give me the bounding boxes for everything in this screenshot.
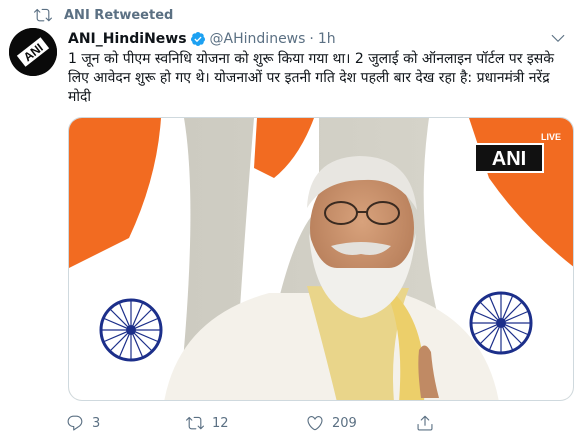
reply-icon bbox=[58, 406, 92, 437]
ani-watermark: ANI bbox=[492, 148, 526, 170]
tweet-text: 1 जून को पीएम स्वनिधि योजना को शुरू किया… bbox=[68, 51, 554, 105]
separator-dot: · bbox=[309, 31, 314, 47]
retweet-icon bbox=[34, 6, 52, 24]
retweeted-by-label: ANI Retweeted bbox=[64, 7, 174, 23]
ani-logo: ANI bbox=[9, 28, 57, 76]
tweet-media[interactable]: LIVE ANI bbox=[68, 117, 574, 401]
retweeted-by[interactable]: ANI Retweeted bbox=[34, 6, 173, 24]
live-badge: LIVE bbox=[541, 132, 561, 142]
display-name[interactable]: ANI_HindiNews bbox=[68, 31, 187, 47]
video-frame: LIVE ANI bbox=[69, 118, 573, 400]
tweet-actions: 3 12 209 bbox=[58, 411, 518, 435]
chevron-down-icon[interactable] bbox=[548, 28, 568, 48]
tweet-timestamp[interactable]: 1h bbox=[318, 31, 336, 47]
user-handle[interactable]: @AHindinews bbox=[210, 31, 306, 47]
heart-icon bbox=[298, 406, 332, 437]
like-count: 209 bbox=[332, 415, 357, 431]
reply-count: 3 bbox=[92, 415, 101, 431]
verified-badge-icon bbox=[190, 31, 206, 47]
share-icon bbox=[408, 406, 442, 437]
avatar[interactable]: ANI bbox=[9, 28, 57, 76]
reply-button[interactable]: 3 bbox=[58, 406, 178, 437]
tweet-header: ANI_HindiNews @AHindinews · 1h bbox=[68, 30, 336, 48]
retweet-button[interactable]: 12 bbox=[178, 406, 298, 437]
left-flag bbox=[69, 118, 191, 400]
like-button[interactable]: 209 bbox=[298, 406, 408, 437]
retweet-count: 12 bbox=[212, 415, 229, 431]
share-button[interactable] bbox=[408, 406, 468, 437]
retweet-icon bbox=[178, 406, 212, 437]
